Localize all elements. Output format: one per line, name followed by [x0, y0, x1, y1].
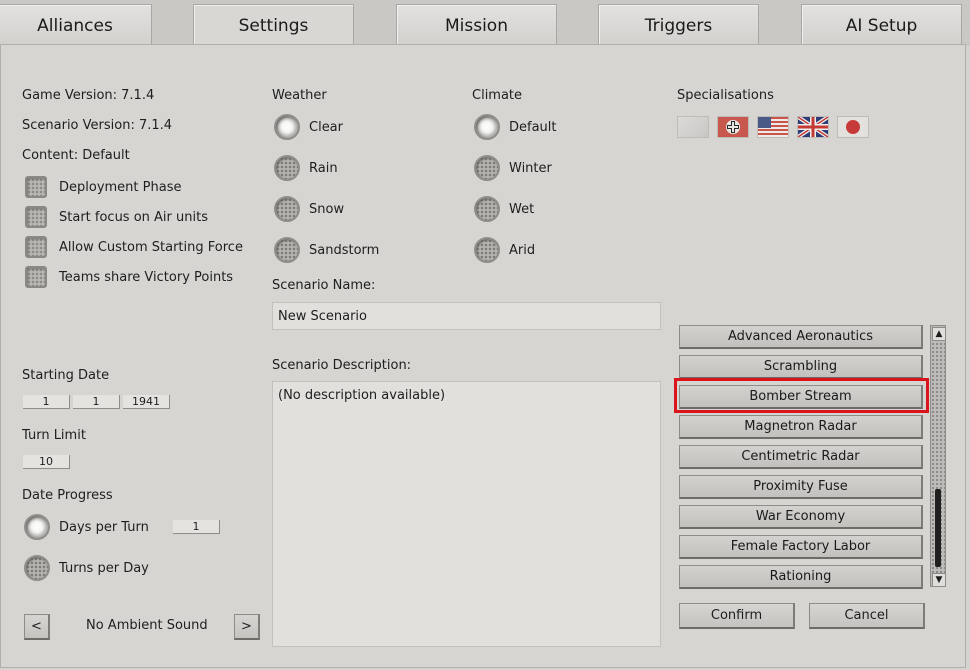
climate-default-label: Default [509, 120, 557, 135]
prev-sound-button[interactable]: < [24, 614, 50, 640]
weather-clear-radio[interactable] [274, 114, 300, 140]
uk-flag-icon[interactable] [797, 116, 829, 138]
tab-bar: Alliances Settings Mission Triggers AI S… [0, 0, 970, 48]
tab-mission[interactable]: Mission [396, 4, 557, 44]
date-progress-label: Date Progress [22, 488, 113, 503]
weather-sandstorm-label: Sandstorm [309, 243, 380, 258]
deployment-phase-label: Deployment Phase [59, 180, 182, 195]
climate-winter-label: Winter [509, 161, 552, 176]
tab-settings[interactable]: Settings [193, 4, 354, 48]
content-label: Content: Default [22, 148, 130, 163]
scenario-description-label: Scenario Description: [272, 358, 412, 373]
turn-limit-label: Turn Limit [22, 428, 86, 443]
air-focus-label: Start focus on Air units [59, 210, 208, 225]
days-per-turn-label: Days per Turn [59, 520, 149, 535]
scenario-description-input[interactable]: (No description available) [272, 381, 661, 647]
spec-war-economy[interactable]: War Economy [679, 505, 923, 529]
weather-rain-radio[interactable] [274, 155, 300, 181]
weather-snow-label: Snow [309, 202, 345, 217]
scroll-up-icon[interactable]: ▲ [932, 327, 946, 341]
climate-default-radio[interactable] [474, 114, 500, 140]
turn-limit-field[interactable]: 10 [23, 455, 70, 469]
spec-proximity-fuse[interactable]: Proximity Fuse [679, 475, 923, 499]
weather-rain-label: Rain [309, 161, 338, 176]
spec-magnetron-radar[interactable]: Magnetron Radar [679, 415, 923, 439]
tab-triggers[interactable]: Triggers [598, 4, 759, 44]
starting-date-label: Starting Date [22, 368, 110, 383]
tab-alliances[interactable]: Alliances [0, 4, 152, 44]
climate-wet-radio[interactable] [474, 196, 500, 222]
spec-female-factory-labor[interactable]: Female Factory Labor [679, 535, 923, 559]
germany-emblem [726, 120, 740, 134]
confirm-button[interactable]: Confirm [679, 603, 795, 629]
spec-rationing[interactable]: Rationing [679, 565, 923, 589]
weather-sandstorm-radio[interactable] [274, 237, 300, 263]
share-vp-checkbox[interactable] [25, 266, 47, 288]
share-vp-label: Teams share Victory Points [59, 270, 234, 285]
spec-scrollbar[interactable]: ▲ ▼ [930, 325, 946, 587]
turns-per-day-radio[interactable] [24, 555, 50, 581]
days-per-turn-field[interactable]: 1 [173, 520, 220, 534]
air-focus-checkbox[interactable] [25, 206, 47, 228]
start-month-field[interactable]: 1 [73, 395, 120, 409]
deployment-phase-checkbox[interactable] [25, 176, 47, 198]
custom-force-checkbox[interactable] [25, 236, 47, 258]
scroll-thumb[interactable] [935, 489, 941, 567]
scenario-name-input[interactable]: New Scenario [272, 302, 661, 330]
generic-flag-icon[interactable] [677, 116, 709, 138]
spec-scrambling[interactable]: Scrambling [679, 355, 923, 379]
game-version-label: Game Version: 7.1.4 [22, 88, 155, 103]
japan-sun [846, 120, 860, 134]
climate-arid-label: Arid [509, 243, 536, 258]
climate-wet-label: Wet [509, 202, 535, 217]
usa-canton [758, 117, 771, 128]
spec-centimetric-radar[interactable]: Centimetric Radar [679, 445, 923, 469]
weather-snow-radio[interactable] [274, 196, 300, 222]
weather-clear-label: Clear [309, 120, 343, 135]
cancel-button[interactable]: Cancel [809, 603, 925, 629]
days-per-turn-radio[interactable] [24, 514, 50, 540]
spec-advanced-aeronautics[interactable]: Advanced Aeronautics [679, 325, 923, 349]
selection-highlight [674, 378, 929, 413]
next-sound-button[interactable]: > [234, 614, 260, 640]
uk-cross [798, 117, 828, 137]
custom-force-label: Allow Custom Starting Force [59, 240, 243, 255]
climate-winter-radio[interactable] [474, 155, 500, 181]
specialisations-label: Specialisations [677, 88, 774, 103]
turns-per-day-label: Turns per Day [59, 561, 149, 576]
germany-flag-icon[interactable] [717, 116, 749, 138]
japan-flag-icon[interactable] [837, 116, 869, 138]
climate-label: Climate [472, 88, 523, 103]
scenario-name-label: Scenario Name: [272, 278, 376, 293]
usa-flag-icon[interactable] [757, 116, 789, 138]
weather-label: Weather [272, 88, 327, 103]
scenario-version-label: Scenario Version: 7.1.4 [22, 118, 173, 133]
start-day-field[interactable]: 1 [23, 395, 70, 409]
tab-ai-setup[interactable]: AI Setup [801, 4, 962, 44]
ambient-sound-label: No Ambient Sound [86, 618, 208, 633]
start-year-field[interactable]: 1941 [123, 395, 170, 409]
scroll-down-icon[interactable]: ▼ [932, 573, 946, 587]
climate-arid-radio[interactable] [474, 237, 500, 263]
